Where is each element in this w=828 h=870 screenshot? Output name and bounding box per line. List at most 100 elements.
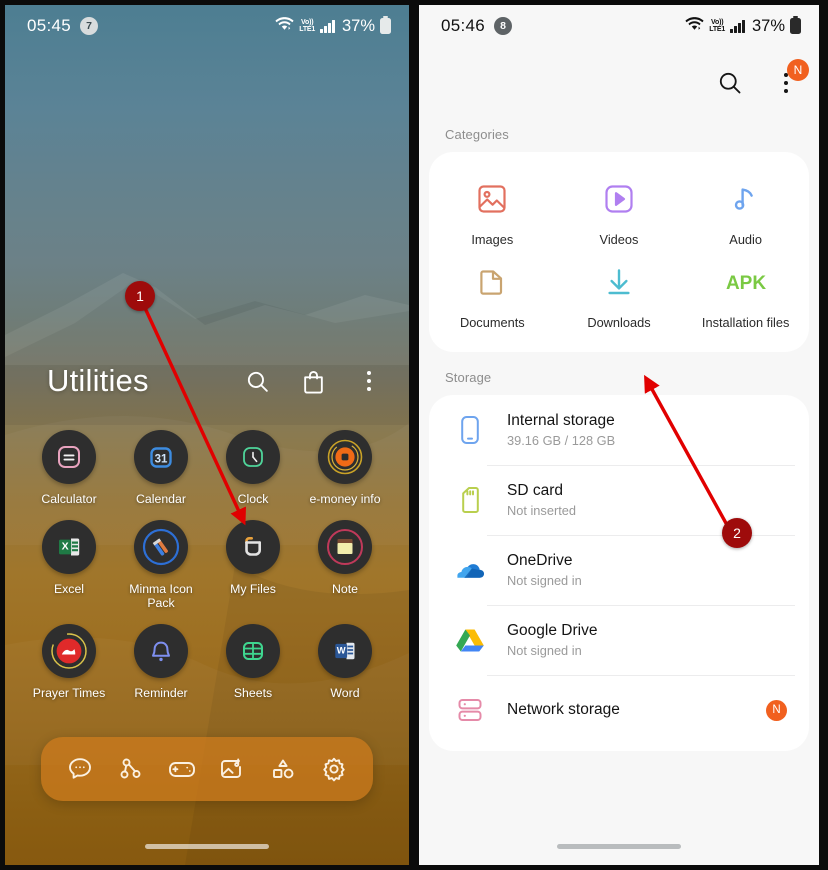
shapes-icon[interactable] <box>266 752 300 786</box>
more-options-icon[interactable] <box>355 367 383 395</box>
note-icon <box>318 519 372 574</box>
category-label: Installation files <box>701 315 790 330</box>
left-status-bar: 05:45 7 Vo)) LTE1 37% <box>5 5 409 47</box>
app-item-prayer-times[interactable]: Prayer Times <box>23 616 115 701</box>
account-badge[interactable]: N <box>787 59 809 81</box>
media-icon[interactable] <box>215 752 249 786</box>
status-clock: 05:46 <box>441 16 486 35</box>
search-icon[interactable] <box>243 367 271 395</box>
status-right-group: Vo)) LTE1 37% <box>275 15 391 36</box>
storage-item-google-drive[interactable]: Google Drive Not signed in <box>429 605 809 675</box>
app-label: My Files <box>230 581 276 596</box>
image-icon <box>474 180 510 218</box>
my-files-app: 05:46 8 Vo)) LTE1 37% N Categories Image… <box>419 5 819 865</box>
sheets-icon <box>226 623 280 678</box>
app-item-note[interactable]: Note <box>299 512 391 611</box>
wifi-icon <box>275 16 294 36</box>
minma-icon-pack-icon <box>134 519 188 574</box>
app-item-calendar[interactable]: 31 Calendar <box>115 422 207 507</box>
app-label: Reminder <box>134 685 188 700</box>
category-item-videos[interactable]: Videos <box>556 168 683 251</box>
app-item-emoney-info[interactable]: e-money info <box>299 422 391 507</box>
app-label: Calculator <box>41 492 97 506</box>
storage-subtitle: 39.16 GB / 128 GB <box>507 433 616 448</box>
svg-text:31: 31 <box>155 453 168 465</box>
right-status-bar: 05:46 8 Vo)) LTE1 37% <box>419 5 819 47</box>
app-item-reminder[interactable]: Reminder <box>115 616 207 701</box>
drawer-action-group <box>243 367 383 395</box>
storage-item-sd-card[interactable]: SD card Not inserted <box>429 465 809 535</box>
app-item-excel[interactable]: X Excel <box>23 512 115 611</box>
my-files-icon <box>226 519 280 574</box>
status-left-group: 05:46 8 <box>441 16 513 36</box>
gesture-bar[interactable] <box>557 844 681 849</box>
category-item-documents[interactable]: Documents <box>429 251 556 334</box>
storage-text-group: Google Drive Not signed in <box>507 622 597 658</box>
storage-item-internal-storage[interactable]: Internal storage 39.16 GB / 128 GB <box>429 395 809 465</box>
right-phone-panel: 05:46 8 Vo)) LTE1 37% N Categories Image… <box>414 0 828 870</box>
category-item-installation-files[interactable]: APK Installation files <box>682 251 809 334</box>
category-label: Videos <box>599 232 639 247</box>
home-dock <box>41 737 373 801</box>
notification-count-badge: 7 <box>80 17 99 35</box>
storage-subtitle: Not signed in <box>507 573 582 588</box>
storage-item-onedrive[interactable]: OneDrive Not signed in <box>429 535 809 605</box>
app-item-calculator[interactable]: Calculator <box>23 422 115 507</box>
svg-text:W: W <box>337 644 346 655</box>
network-storage-badge[interactable]: N <box>766 699 787 721</box>
category-item-images[interactable]: Images <box>429 168 556 251</box>
categories-card: Images Videos Audio Documents Downloads … <box>429 152 809 352</box>
svg-text:X: X <box>62 540 69 552</box>
onedrive-icon <box>453 557 487 583</box>
storage-title: Google Drive <box>507 622 598 639</box>
document-icon <box>474 263 510 301</box>
left-phone-panel: 05:45 7 Vo)) LTE1 37% Utilities Calculat… <box>0 0 414 870</box>
gamepad-icon[interactable] <box>165 752 199 786</box>
category-label: Downloads <box>587 315 651 330</box>
category-label: Documents <box>459 315 525 330</box>
sd-card-icon <box>453 484 487 516</box>
app-label: Word <box>330 685 360 700</box>
storage-title: Internal storage <box>507 412 615 429</box>
word-icon: W <box>318 623 372 678</box>
storage-text-group: Internal storage 39.16 GB / 128 GB <box>507 412 615 448</box>
app-label: Minma Icon Pack <box>129 581 193 611</box>
category-item-audio[interactable]: Audio <box>682 168 809 251</box>
shop-icon[interactable] <box>299 367 327 395</box>
app-label: Note <box>332 581 358 596</box>
status-clock: 05:45 <box>27 16 72 35</box>
app-item-minma-icon-pack[interactable]: Minma Icon Pack <box>115 512 207 611</box>
storage-item-network-storage[interactable]: Network storage N <box>429 675 809 745</box>
search-icon[interactable] <box>715 68 745 98</box>
categories-section-label: Categories <box>445 127 509 142</box>
app-drawer-grid: Calculator 31 Calendar Clock e-money inf… <box>5 410 409 700</box>
app-item-sheets[interactable]: Sheets <box>207 616 299 701</box>
more-options-icon[interactable]: N <box>771 59 809 98</box>
messages-icon[interactable] <box>63 752 97 786</box>
network-storage-icon <box>453 695 487 725</box>
signal-strength-icon <box>320 19 335 33</box>
app-item-word[interactable]: W Word <box>299 616 391 701</box>
calendar-icon: 31 <box>134 430 188 484</box>
app-item-my-files[interactable]: My Files <box>207 512 299 611</box>
status-left-group: 05:45 7 <box>27 16 99 36</box>
category-label: Audio <box>729 232 763 247</box>
storage-text-group: OneDrive Not signed in <box>507 552 582 588</box>
share-icon[interactable] <box>114 752 148 786</box>
category-item-downloads[interactable]: Downloads <box>556 251 683 334</box>
gesture-bar[interactable] <box>145 844 269 849</box>
app-label: Prayer Times <box>32 685 106 700</box>
category-label: Images <box>471 232 514 247</box>
signal-strength-icon <box>730 19 745 33</box>
status-right-group: Vo)) LTE1 37% <box>685 15 801 36</box>
app-item-clock[interactable]: Clock <box>207 422 299 507</box>
storage-subtitle: Not inserted <box>507 503 576 518</box>
gear-icon[interactable] <box>317 752 351 786</box>
storage-title: SD card <box>507 482 563 499</box>
notification-count-badge: 8 <box>494 17 513 35</box>
excel-icon: X <box>42 519 96 574</box>
battery-percent-label: 37% <box>751 16 785 35</box>
storage-title: OneDrive <box>507 552 573 569</box>
google-drive-icon <box>453 627 487 654</box>
wifi-icon <box>685 16 704 36</box>
